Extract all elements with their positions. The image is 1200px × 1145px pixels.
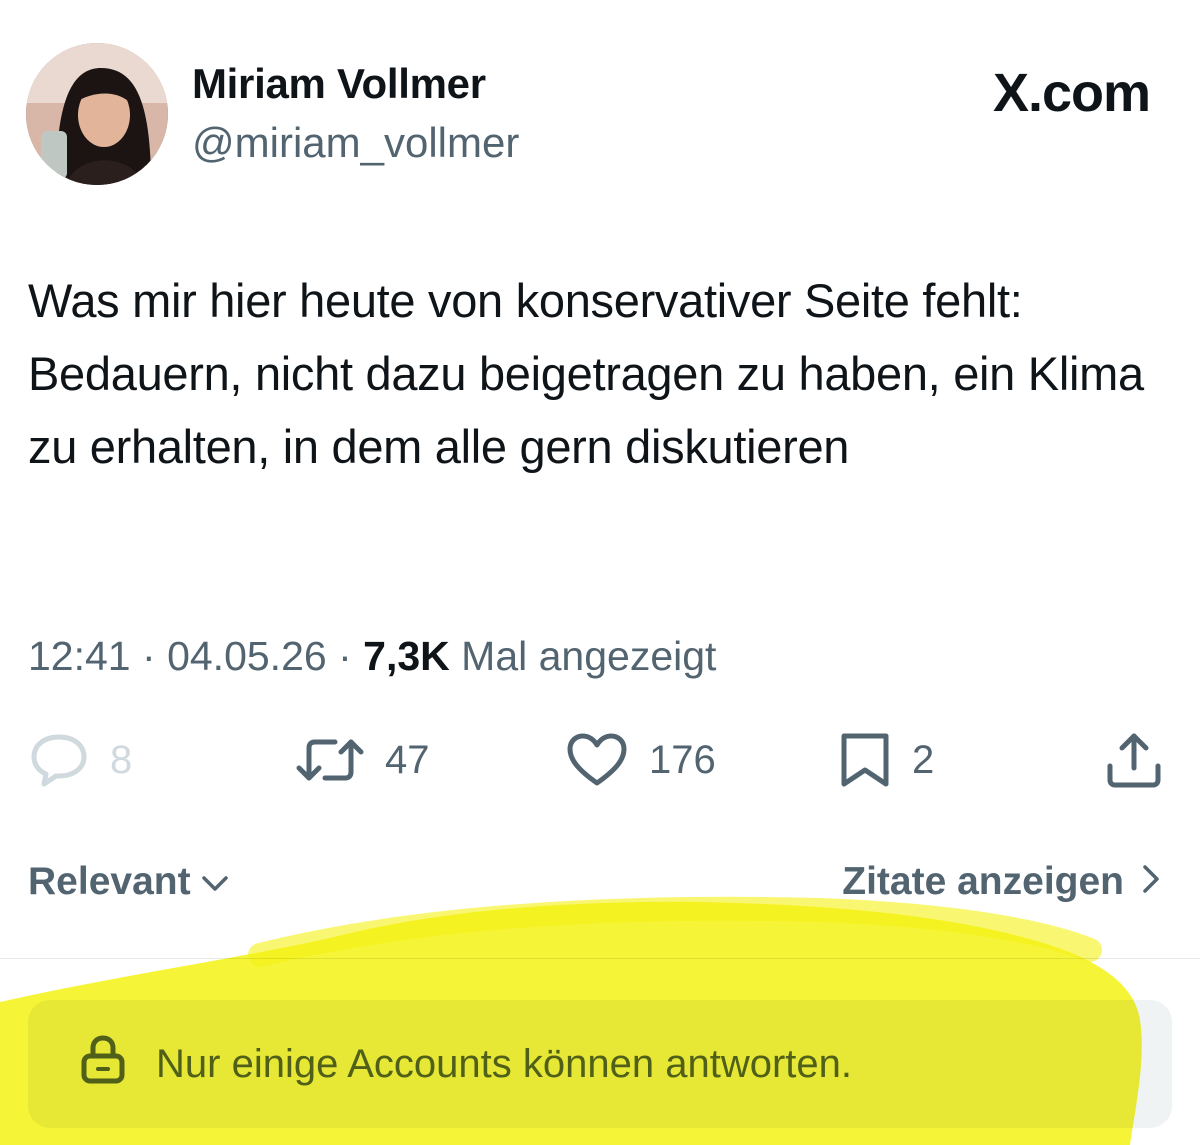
quotes-label: Zitate anzeigen <box>842 860 1124 903</box>
brand-logo: X.com <box>992 63 1151 123</box>
reply-restriction-text: Nur einige Accounts können antworten. <box>156 1041 852 1086</box>
repost-arrows-icon <box>295 734 365 786</box>
reply-button[interactable]: 8 <box>28 728 132 792</box>
bookmark-icon <box>838 730 892 790</box>
tweet-meta: 12:41 · 04.05.26 · 7,3K Mal angezeigt <box>28 633 716 680</box>
views-count: 7,3K <box>363 633 450 679</box>
replies-header: Relevant Zitate anzeigen <box>28 860 1160 916</box>
sort-dropdown[interactable]: Relevant <box>28 860 229 904</box>
chevron-down-icon <box>201 860 229 904</box>
avatar[interactable] <box>26 43 168 185</box>
meta-separator: · <box>338 633 352 679</box>
share-button[interactable] <box>1104 728 1164 792</box>
tweet-time[interactable]: 12:41 <box>28 633 131 679</box>
bookmark-count: 2 <box>912 737 935 782</box>
show-quotes-link[interactable]: Zitate anzeigen <box>842 860 1160 904</box>
avatar-photo <box>26 43 168 185</box>
repost-count: 47 <box>385 737 430 782</box>
like-count: 176 <box>649 737 716 782</box>
speech-bubble-icon <box>28 731 90 789</box>
sort-label: Relevant <box>28 860 191 903</box>
action-bar: 8 47 176 2 <box>0 728 1200 792</box>
share-icon <box>1104 730 1164 790</box>
bookmark-button[interactable]: 2 <box>838 728 934 792</box>
author-handle[interactable]: @miriam_vollmer <box>192 119 519 167</box>
author-display-name[interactable]: Miriam Vollmer <box>192 60 486 108</box>
tweet-date[interactable]: 04.05.26 <box>167 633 327 679</box>
chevron-right-icon <box>1142 860 1160 904</box>
divider <box>0 958 1200 959</box>
heart-icon <box>565 731 629 789</box>
lock-icon <box>80 1034 126 1094</box>
meta-separator: · <box>142 633 156 679</box>
reply-restriction-notice: Nur einige Accounts können antworten. <box>28 1000 1172 1128</box>
tweet-text: Was mir hier heute von konservativer Sei… <box>28 274 1144 473</box>
reply-count: 8 <box>110 737 133 782</box>
yellow-highlighter-marking <box>0 896 1142 1145</box>
repost-button[interactable]: 47 <box>295 728 430 792</box>
like-button[interactable]: 176 <box>565 728 716 792</box>
views-label: Mal angezeigt <box>461 633 717 679</box>
